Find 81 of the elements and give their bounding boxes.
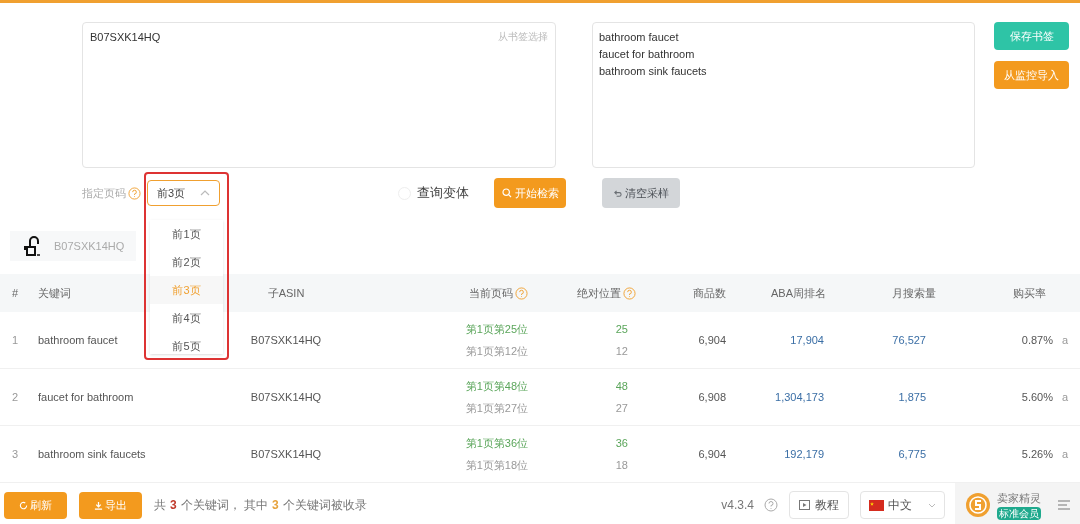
- download-icon: [94, 500, 103, 510]
- truncated-cell-text: a: [1061, 446, 1069, 462]
- keyword-line: bathroom sink faucets: [599, 64, 708, 79]
- searches-cell-text: 1,875: [898, 389, 927, 405]
- undo-icon: [613, 188, 622, 198]
- absolute-position: 36: [615, 435, 628, 451]
- membership-badge: 标准会员: [997, 506, 1041, 520]
- brand-name: 卖家精灵: [997, 491, 1041, 507]
- help-icon: [623, 286, 636, 300]
- asin-cell-text: B07SXK14HQ: [250, 389, 322, 405]
- help-icon[interactable]: [764, 498, 778, 512]
- keyword-field[interactable]: bathroom faucet faucet for bathroom bathroom sink faucets: [592, 22, 975, 168]
- version-text: v4.3.4: [721, 497, 754, 514]
- absolute-position: 25: [615, 321, 628, 337]
- column-header: 关键词: [38, 285, 71, 301]
- absolute-position: 18: [615, 458, 628, 473]
- menu-icon[interactable]: [1058, 500, 1070, 510]
- search-icon: [501, 188, 512, 198]
- help-icon: [128, 187, 141, 201]
- column-header: 商品数: [693, 285, 726, 301]
- searches-cell-text: 76,527: [892, 332, 927, 348]
- page-position: 第1页第36位: [465, 435, 528, 451]
- purchase-rate-cell-text: 0.87%: [1021, 332, 1054, 348]
- count-number: 3: [170, 497, 177, 514]
- page-position: 第1页第18位: [465, 458, 528, 473]
- row-number: 2: [12, 389, 19, 405]
- keyword-cell-text: faucet for bathroom: [38, 389, 134, 405]
- asin-value: B07SXK14HQ: [90, 30, 161, 45]
- products-cell-text: 6,908: [698, 389, 727, 405]
- purchase-rate-cell-text: 5.26%: [1021, 446, 1054, 462]
- keyword-cell-text: bathroom faucet: [38, 332, 118, 348]
- purchase-rate-cell-text: 5.60%: [1021, 389, 1054, 405]
- page-option[interactable]: 前2页: [150, 248, 223, 276]
- page-select[interactable]: 前3页: [147, 180, 220, 206]
- absolute-position: 48: [615, 378, 628, 394]
- truncated-cell-text: a: [1061, 332, 1069, 348]
- column-header: 绝对位置: [577, 285, 621, 301]
- brand-logo-icon: [965, 492, 991, 518]
- row-number: 3: [12, 446, 19, 462]
- keyword-line: bathroom faucet: [599, 30, 680, 45]
- truncated-cell-text: a: [1061, 389, 1069, 405]
- chevron-icon: [200, 190, 210, 196]
- aba-rank-cell-text: 1,304,173: [775, 389, 825, 405]
- chevron-icon: [928, 502, 936, 508]
- column-header: 月搜索量: [892, 285, 936, 301]
- column-header: 当前页码: [469, 285, 513, 301]
- products-cell-text: 6,904: [698, 332, 727, 348]
- play-icon: [799, 500, 810, 510]
- refresh-icon: [19, 500, 28, 510]
- page-position: 第1页第48位: [465, 378, 528, 394]
- column-header: ABA周排名: [771, 285, 826, 301]
- products-cell-text: 6,904: [698, 446, 727, 462]
- asin-cell-text: B07SXK14HQ: [250, 332, 322, 348]
- count-number: 3: [272, 497, 279, 514]
- summary-text: 共: [154, 497, 166, 514]
- page-label: 指定页码: [82, 185, 126, 201]
- row-number: 1: [12, 332, 19, 348]
- page-position: 第1页第12位: [465, 344, 528, 359]
- variant-label: 查询变体: [417, 184, 469, 203]
- page-position: 第1页第25位: [465, 321, 528, 337]
- page-option[interactable]: 前5页: [150, 332, 223, 354]
- absolute-position: 27: [615, 401, 628, 416]
- column-header: 子ASIN: [267, 285, 305, 301]
- asin-cell-text: B07SXK14HQ: [250, 446, 322, 462]
- searches-cell-text: 6,775: [898, 446, 927, 462]
- summary-text: 个关键词， 其中: [180, 497, 269, 514]
- page-option[interactable]: 前4页: [150, 304, 223, 332]
- page-position: 第1页第27位: [465, 401, 528, 416]
- column-header: 购买率: [1013, 285, 1046, 301]
- keyword-cell-text: bathroom sink faucets: [38, 446, 146, 462]
- aba-rank-cell-text: 192,179: [784, 446, 825, 462]
- keyword-line: faucet for bathroom: [599, 47, 696, 62]
- tutorial-button[interactable]: 教程: [789, 491, 849, 519]
- aba-rank-cell-text: 17,904: [790, 332, 825, 348]
- column-header: #: [12, 285, 19, 301]
- page-option[interactable]: 前1页: [150, 220, 223, 248]
- summary-text: 个关键词被收录: [282, 497, 367, 514]
- language-select[interactable]: 中文: [860, 491, 945, 519]
- flag-icon: [869, 499, 884, 511]
- absolute-position: 12: [615, 344, 628, 359]
- help-icon: [515, 286, 528, 300]
